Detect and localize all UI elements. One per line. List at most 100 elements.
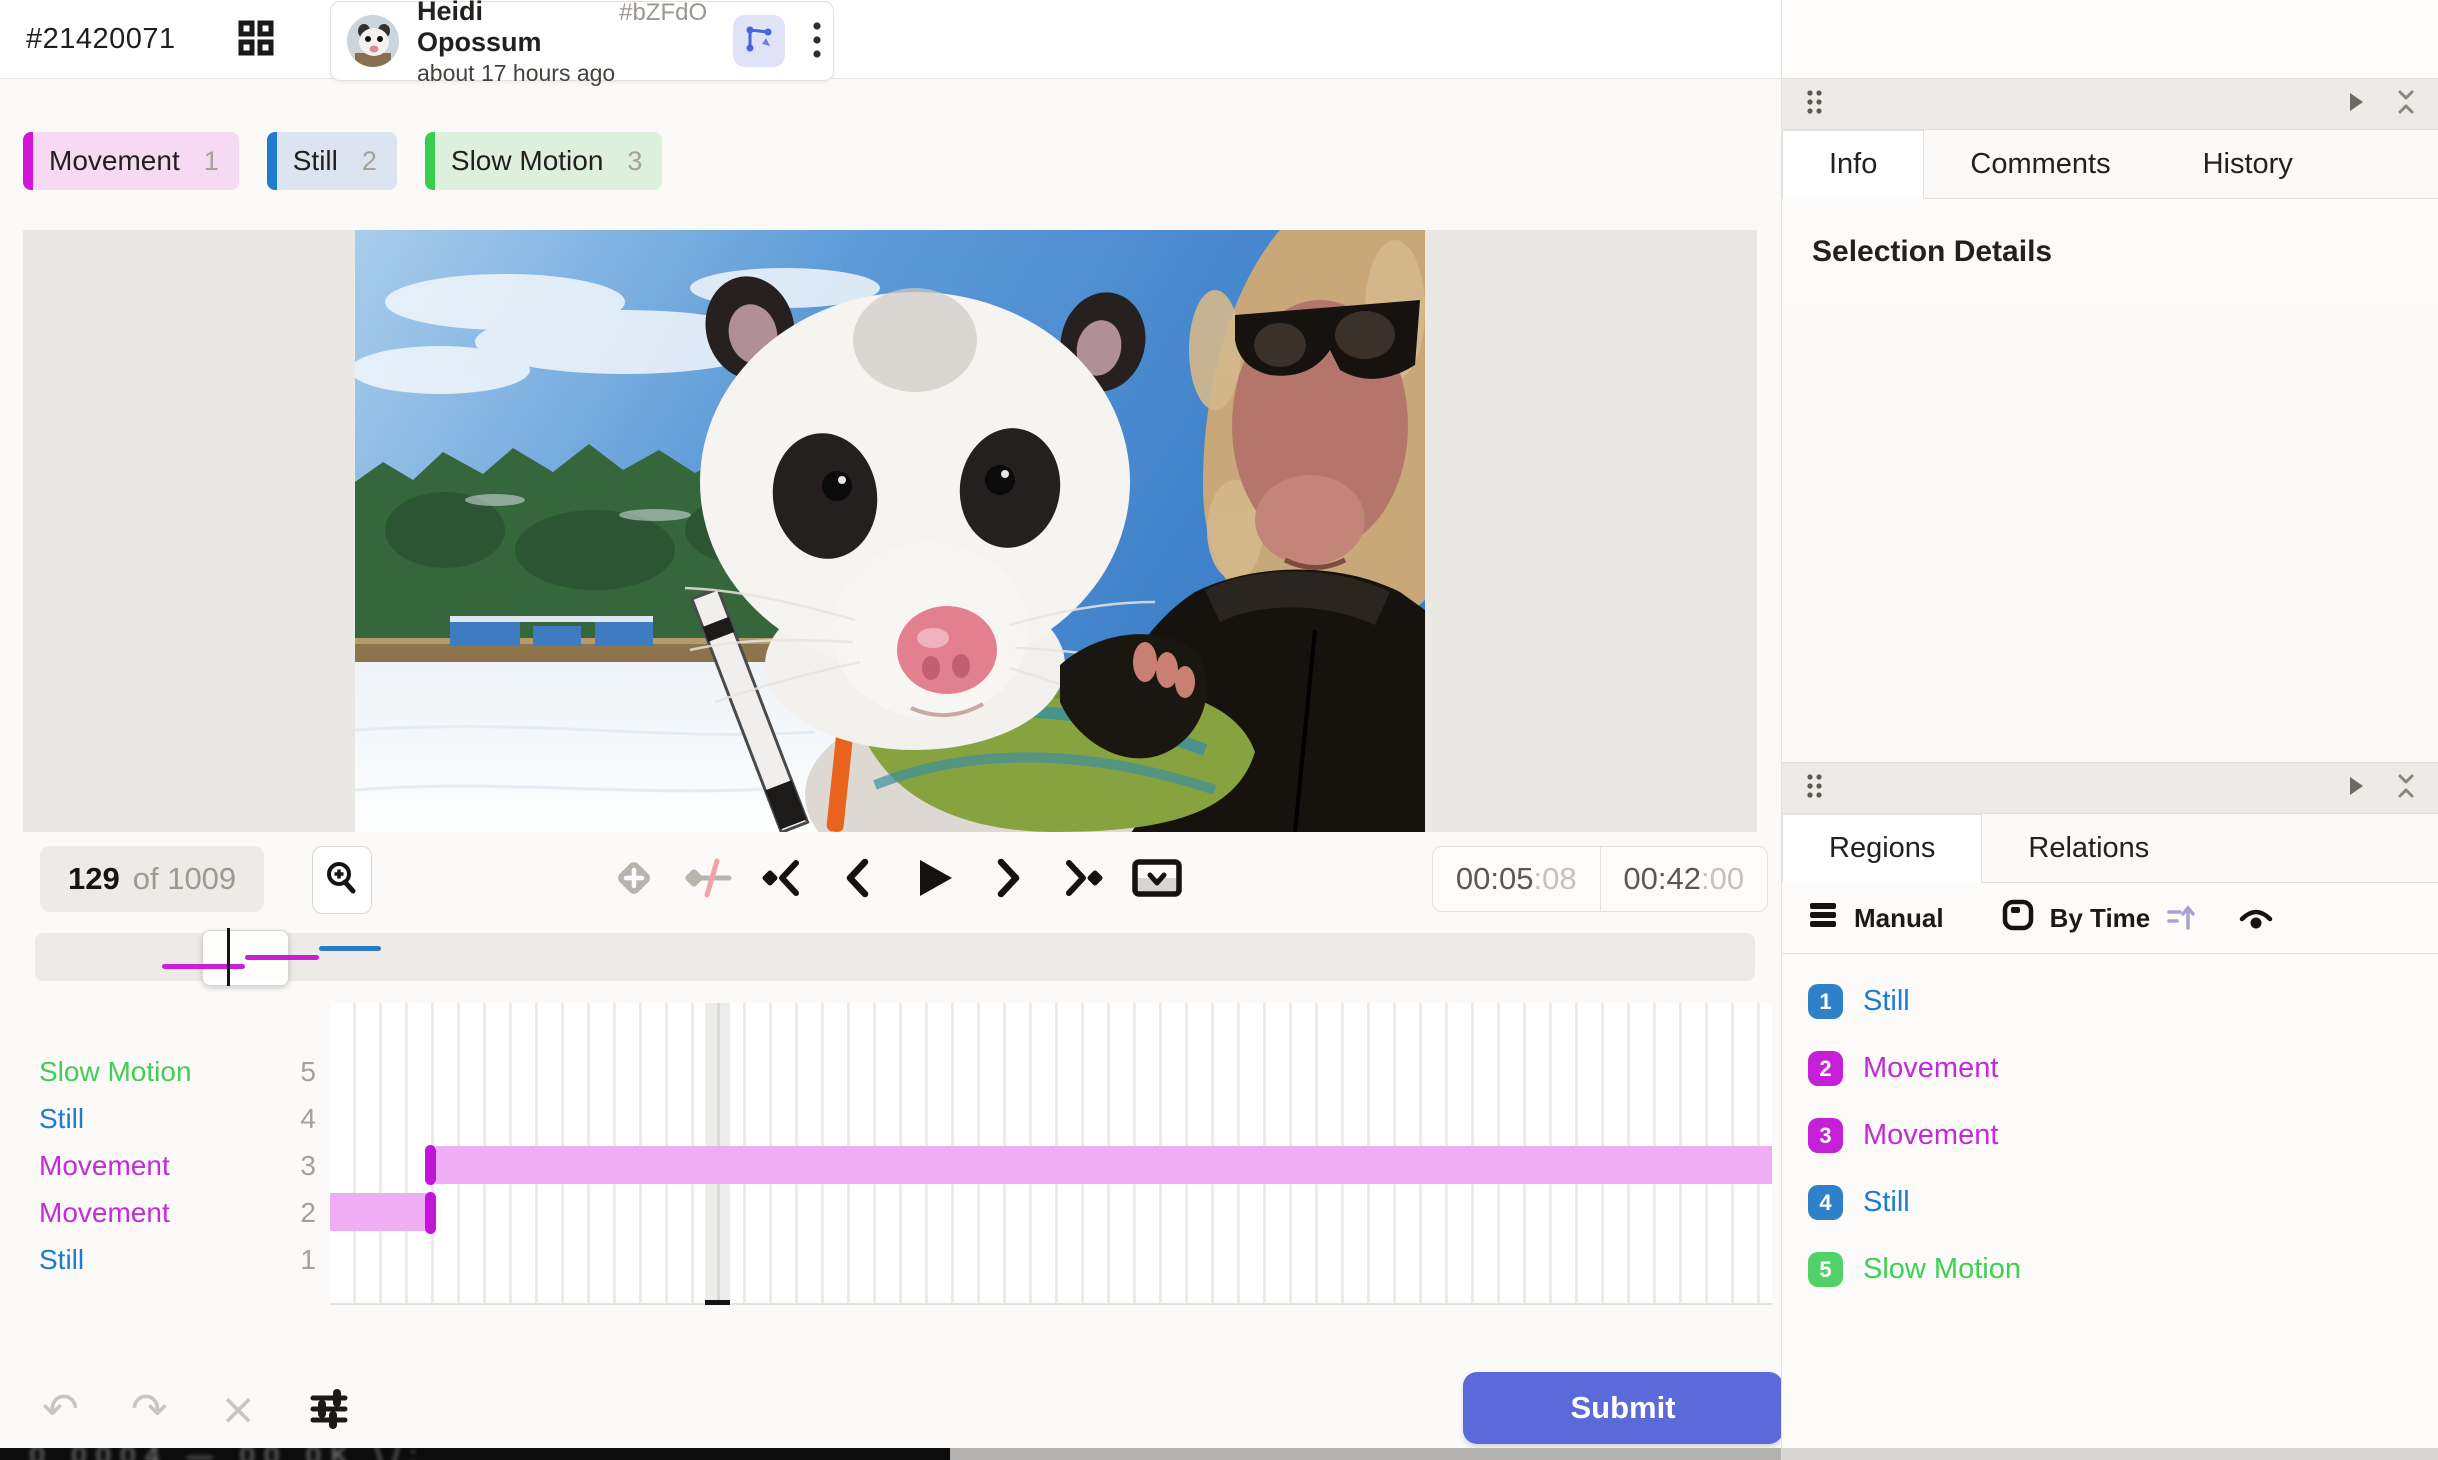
label-tags: Movement 1 Still 2 Slow Motion 3: [23, 132, 663, 190]
prediction-toggle-button[interactable]: [733, 15, 785, 67]
annotation-time: about 17 hours ago: [417, 59, 616, 86]
timeline-minimap[interactable]: [35, 928, 1755, 986]
track-row-still[interactable]: Still 1: [23, 1236, 330, 1283]
time-position-frames: :08: [1533, 861, 1577, 896]
chevron-right-icon: [985, 855, 1031, 904]
redo-button[interactable]: ↷: [131, 1388, 168, 1432]
drag-handle-icon[interactable]: [1804, 88, 1826, 121]
sort-order-icon[interactable]: [2166, 902, 2196, 934]
by-time-icon: [2002, 899, 2034, 938]
timeline-zoom-button[interactable]: [312, 846, 372, 914]
track-row-movement[interactable]: Movement 3: [23, 1142, 330, 1189]
frame-counter[interactable]: 129 of 1009: [40, 846, 265, 912]
prev-frame-button[interactable]: [832, 853, 884, 905]
annotator-name: Heidi Opossum: [417, 0, 542, 57]
grid-view-button[interactable]: [238, 20, 274, 59]
minimap-region-still: [319, 946, 381, 951]
time-duration-frames: :00: [1700, 861, 1745, 896]
play-button[interactable]: [907, 853, 959, 905]
avatar: [347, 15, 399, 67]
reset-button[interactable]: ×: [220, 1388, 257, 1432]
prev-keyframe-button[interactable]: [757, 853, 809, 905]
tab-regions[interactable]: Regions: [1782, 814, 1983, 883]
drag-handle-icon[interactable]: [1804, 772, 1826, 805]
tab-comments[interactable]: Comments: [1924, 130, 2156, 198]
region-item-3[interactable]: 3 Movement: [1782, 1102, 2438, 1169]
track-number: 3: [300, 1149, 316, 1181]
annotation-card[interactable]: Heidi Opossum #bZFdO about 17 hours ago: [330, 0, 834, 86]
collapse-panel-icon[interactable]: [2395, 89, 2417, 120]
interpolation-slash-icon: [683, 855, 735, 904]
interpolation-toggle-button[interactable]: [683, 853, 735, 905]
label-tag-still[interactable]: Still 2: [266, 132, 397, 190]
info-panel-header[interactable]: [1782, 79, 2438, 130]
undo-button[interactable]: ↶: [42, 1388, 79, 1432]
minimap-region-movement: [162, 964, 245, 969]
label-tag-movement[interactable]: Movement 1: [23, 132, 239, 190]
current-frame: 129: [68, 861, 120, 896]
region-badge: 3: [1808, 1118, 1843, 1153]
track-label: Movement: [39, 1149, 170, 1181]
task-id: #21420071: [26, 22, 176, 55]
group-manual-icon: [1808, 900, 1838, 937]
card-menu-button[interactable]: [811, 20, 823, 63]
timeline-playhead-handle[interactable]: [705, 1300, 730, 1305]
collapse-panel-icon[interactable]: [2395, 773, 2417, 804]
region-item-5[interactable]: 5 Slow Motion: [1782, 1236, 2438, 1303]
regions-panel-header[interactable]: [1782, 763, 2438, 814]
region-bar-movement-3[interactable]: [436, 1146, 1772, 1184]
label-tag-text: Slow Motion: [450, 145, 604, 176]
region-item-1[interactable]: 1 Still: [1782, 968, 2438, 1035]
region-item-2[interactable]: 2 Movement: [1782, 1035, 2438, 1102]
add-keyframe-button[interactable]: [608, 853, 660, 905]
next-keyframe-icon: [1059, 855, 1105, 904]
label-hotkey: 1: [203, 145, 219, 176]
next-keyframe-button[interactable]: [1056, 853, 1108, 905]
cropped-scrollbar-strip: [950, 1448, 1781, 1460]
tab-relations[interactable]: Relations: [1982, 814, 2195, 882]
region-bar-movement-2[interactable]: [330, 1193, 426, 1231]
cropped-strip-glyphs: 0 0004 — 00 0K \/:: [30, 1448, 427, 1460]
submit-button[interactable]: Submit: [1463, 1372, 1783, 1444]
track-number: 2: [300, 1196, 316, 1228]
minimap-playhead[interactable]: [227, 928, 230, 986]
time-position: 00:05:08: [1433, 847, 1600, 911]
track-row-still[interactable]: Still 4: [23, 1095, 330, 1142]
selection-details-heading: Selection Details: [1812, 235, 2053, 268]
visibility-toggle-icon[interactable]: [2238, 903, 2274, 933]
timeline-collapse-button[interactable]: [1131, 853, 1183, 905]
tab-history[interactable]: History: [2157, 130, 2339, 198]
info-panel-body: Selection Details: [1782, 199, 2438, 305]
cropped-video-strip: 0 0004 — 00 0K \/:: [0, 1448, 950, 1460]
group-mode-label: Manual: [1854, 902, 1944, 933]
label-tag-slow-motion[interactable]: Slow Motion 3: [424, 132, 663, 190]
track-number: 5: [300, 1055, 316, 1087]
sliders-icon: [309, 1388, 349, 1432]
minimap-region-movement: [245, 955, 319, 960]
sort-mode-selector[interactable]: By Time: [2002, 899, 2151, 938]
next-frame-button[interactable]: [982, 853, 1034, 905]
time-position-main: 00:05: [1455, 861, 1534, 896]
settings-button[interactable]: [309, 1388, 349, 1432]
timeline-track-labels: Slow Motion 5 Still 4 Movement 3 Movemen…: [23, 1003, 330, 1303]
detach-panel-icon[interactable]: [2347, 91, 2365, 118]
region-label: Still: [1863, 985, 1910, 1017]
region-badge: 1: [1808, 984, 1843, 1019]
track-number: 1: [300, 1243, 316, 1275]
track-row-slow-motion[interactable]: Slow Motion 5: [23, 1048, 330, 1095]
video-stage: [23, 230, 1757, 832]
group-mode-selector[interactable]: Manual: [1808, 900, 1944, 937]
track-row-movement[interactable]: Movement 2: [23, 1189, 330, 1236]
detach-panel-icon[interactable]: [2347, 775, 2365, 802]
history-controls: ↶ ↷ ×: [42, 1388, 349, 1432]
timeline-grid[interactable]: [330, 1003, 1772, 1305]
region-item-4[interactable]: 4 Still: [1782, 1169, 2438, 1236]
tab-info[interactable]: Info: [1782, 130, 1925, 199]
label-hotkey: 2: [361, 145, 377, 176]
video-frame[interactable]: [350, 230, 1425, 832]
region-label: Slow Motion: [1863, 1253, 2021, 1285]
keyframe-cap[interactable]: [425, 1192, 436, 1234]
sort-mode-label: By Time: [2049, 902, 2151, 933]
grid-icon: [238, 20, 274, 59]
keyframe-cap[interactable]: [425, 1145, 436, 1185]
